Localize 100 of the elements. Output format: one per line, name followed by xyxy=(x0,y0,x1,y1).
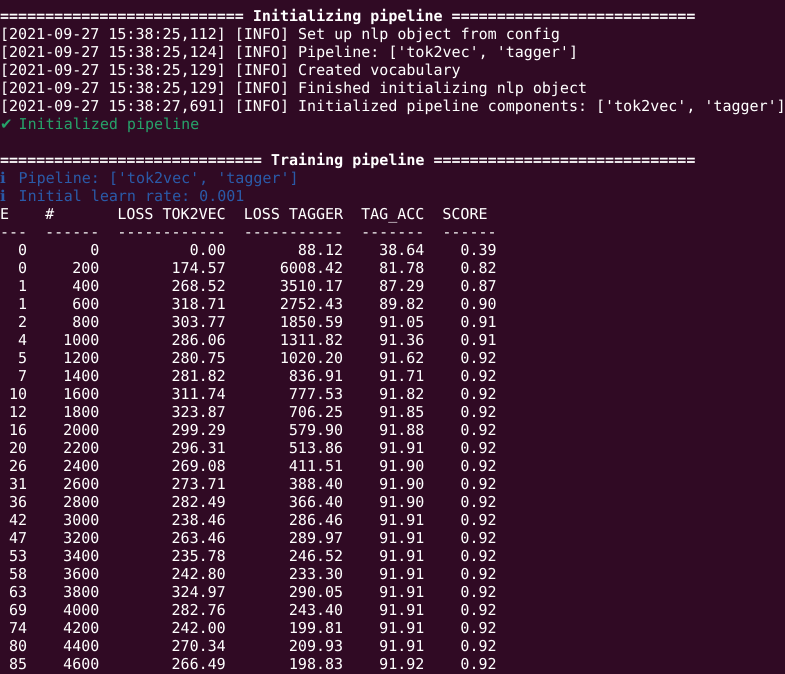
table-cell: 81.78 xyxy=(379,259,424,277)
table-cell: 1200 xyxy=(63,349,100,367)
table-cell: 411.51 xyxy=(288,457,344,475)
table-cell: 53 xyxy=(9,547,28,565)
table-cell: 91.88 xyxy=(379,421,424,439)
section-header: =========================== Initializing pipeline =========================== xyxy=(0,7,696,25)
table-cell: 233.30 xyxy=(288,565,344,583)
table-cell: 3400 xyxy=(63,547,100,565)
separator-dashes: ------- xyxy=(361,223,424,241)
table-cell: 246.52 xyxy=(288,547,344,565)
table-cell: 0.92 xyxy=(460,601,497,619)
table-cell: 270.34 xyxy=(172,637,226,655)
separator-dashes: ------ xyxy=(442,223,497,241)
table-cell: 706.25 xyxy=(288,403,344,421)
table-cell: 91.92 xyxy=(379,655,424,673)
table-cell: 323.87 xyxy=(172,403,226,421)
log-line: [2021-09-27 15:38:25,112] [INFO] Set up nlp object from config xyxy=(0,25,560,43)
table-cell: 388.40 xyxy=(288,475,344,493)
table-cell: 16 xyxy=(9,421,28,439)
column-header: SCORE xyxy=(442,205,488,223)
table-cell: 2600 xyxy=(63,475,100,493)
table-cell: 87.29 xyxy=(379,277,424,295)
table-cell: 238.46 xyxy=(172,511,226,529)
log-line: [2021-09-27 15:38:27,691] [INFO] Initialized pipeline components: ['tok2vec', 'tagger'] xyxy=(0,97,785,115)
table-cell: 0.92 xyxy=(460,637,497,655)
table-cell: 836.91 xyxy=(288,367,344,385)
table-cell: 91.05 xyxy=(379,313,424,331)
table-cell: 0.92 xyxy=(460,547,497,565)
table-cell: 800 xyxy=(72,313,100,331)
table-cell: 10 xyxy=(9,385,28,403)
table-cell: 311.74 xyxy=(172,385,226,403)
table-cell: 0.92 xyxy=(460,457,497,475)
table-cell: 1000 xyxy=(63,331,100,349)
table-cell: 296.31 xyxy=(172,439,226,457)
table-cell: 209.93 xyxy=(288,637,344,655)
table-cell: 290.05 xyxy=(288,583,344,601)
table-cell: 0.92 xyxy=(460,529,497,547)
table-cell: 91.91 xyxy=(379,601,424,619)
table-cell: 282.76 xyxy=(172,601,226,619)
table-cell: 85 xyxy=(9,655,28,673)
table-cell: 0.92 xyxy=(460,583,497,601)
column-header: # xyxy=(45,205,54,223)
table-cell: 4000 xyxy=(63,601,100,619)
table-cell: 58 xyxy=(9,565,28,583)
info-message: Pipeline: ['tok2vec', 'tagger'] xyxy=(18,169,299,187)
table-cell: 0.92 xyxy=(460,565,497,583)
table-cell: 12 xyxy=(9,403,28,421)
table-cell: 0 xyxy=(18,241,28,259)
table-cell: 42 xyxy=(9,511,28,529)
table-cell: 0 xyxy=(90,241,100,259)
table-cell: 1020.20 xyxy=(280,349,344,367)
log-line: [2021-09-27 15:38:25,129] [INFO] Created vocabulary xyxy=(0,61,461,79)
table-cell: 5 xyxy=(18,349,28,367)
table-cell: 0.82 xyxy=(460,259,497,277)
table-cell: 318.71 xyxy=(172,295,226,313)
table-cell: 0.92 xyxy=(460,655,497,673)
table-cell: 286.46 xyxy=(288,511,344,529)
table-cell: 0.87 xyxy=(460,277,497,295)
table-cell: 63 xyxy=(9,583,28,601)
table-cell: 200 xyxy=(72,259,100,277)
separator-dashes: ----------- xyxy=(244,223,344,241)
table-cell: 91.82 xyxy=(379,385,424,403)
table-cell: 91.91 xyxy=(379,511,424,529)
table-cell: 89.82 xyxy=(379,295,424,313)
table-cell: 198.83 xyxy=(288,655,344,673)
table-cell: 91.85 xyxy=(379,403,424,421)
table-cell: 91.91 xyxy=(379,547,424,565)
table-cell: 31 xyxy=(9,475,28,493)
table-cell: 777.53 xyxy=(288,385,344,403)
table-cell: 26 xyxy=(9,457,28,475)
log-line: [2021-09-27 15:38:25,124] [INFO] Pipeline: ['tok2vec', 'tagger'] xyxy=(0,43,578,61)
table-cell: 269.08 xyxy=(172,457,226,475)
table-cell: 91.90 xyxy=(379,493,424,511)
table-cell: 513.86 xyxy=(288,439,344,457)
separator-dashes: ------ xyxy=(45,223,100,241)
table-cell: 0.92 xyxy=(460,439,497,457)
table-cell: 20 xyxy=(9,439,28,457)
column-header: TAG_ACC xyxy=(361,205,424,223)
table-cell: 91.91 xyxy=(379,619,424,637)
table-cell: 36 xyxy=(9,493,28,511)
table-cell: 400 xyxy=(72,277,100,295)
table-cell: 69 xyxy=(9,601,28,619)
table-cell: 303.77 xyxy=(172,313,226,331)
table-cell: 1800 xyxy=(63,403,100,421)
table-cell: 0.92 xyxy=(460,619,497,637)
table-cell: 91.71 xyxy=(379,367,424,385)
table-cell: 2800 xyxy=(63,493,100,511)
table-cell: 0.90 xyxy=(460,295,497,313)
table-cell: 3800 xyxy=(63,583,100,601)
table-cell: 3600 xyxy=(63,565,100,583)
table-cell: 0 xyxy=(18,259,28,277)
table-cell: 47 xyxy=(9,529,28,547)
table-cell: 268.52 xyxy=(172,277,226,295)
table-cell: 91.91 xyxy=(379,637,424,655)
table-cell: 91.36 xyxy=(379,331,424,349)
table-cell: 0.39 xyxy=(460,241,497,259)
table-cell: 0.92 xyxy=(460,385,497,403)
table-cell: 1400 xyxy=(63,367,100,385)
table-cell: 74 xyxy=(9,619,28,637)
table-cell: 0.92 xyxy=(460,403,497,421)
